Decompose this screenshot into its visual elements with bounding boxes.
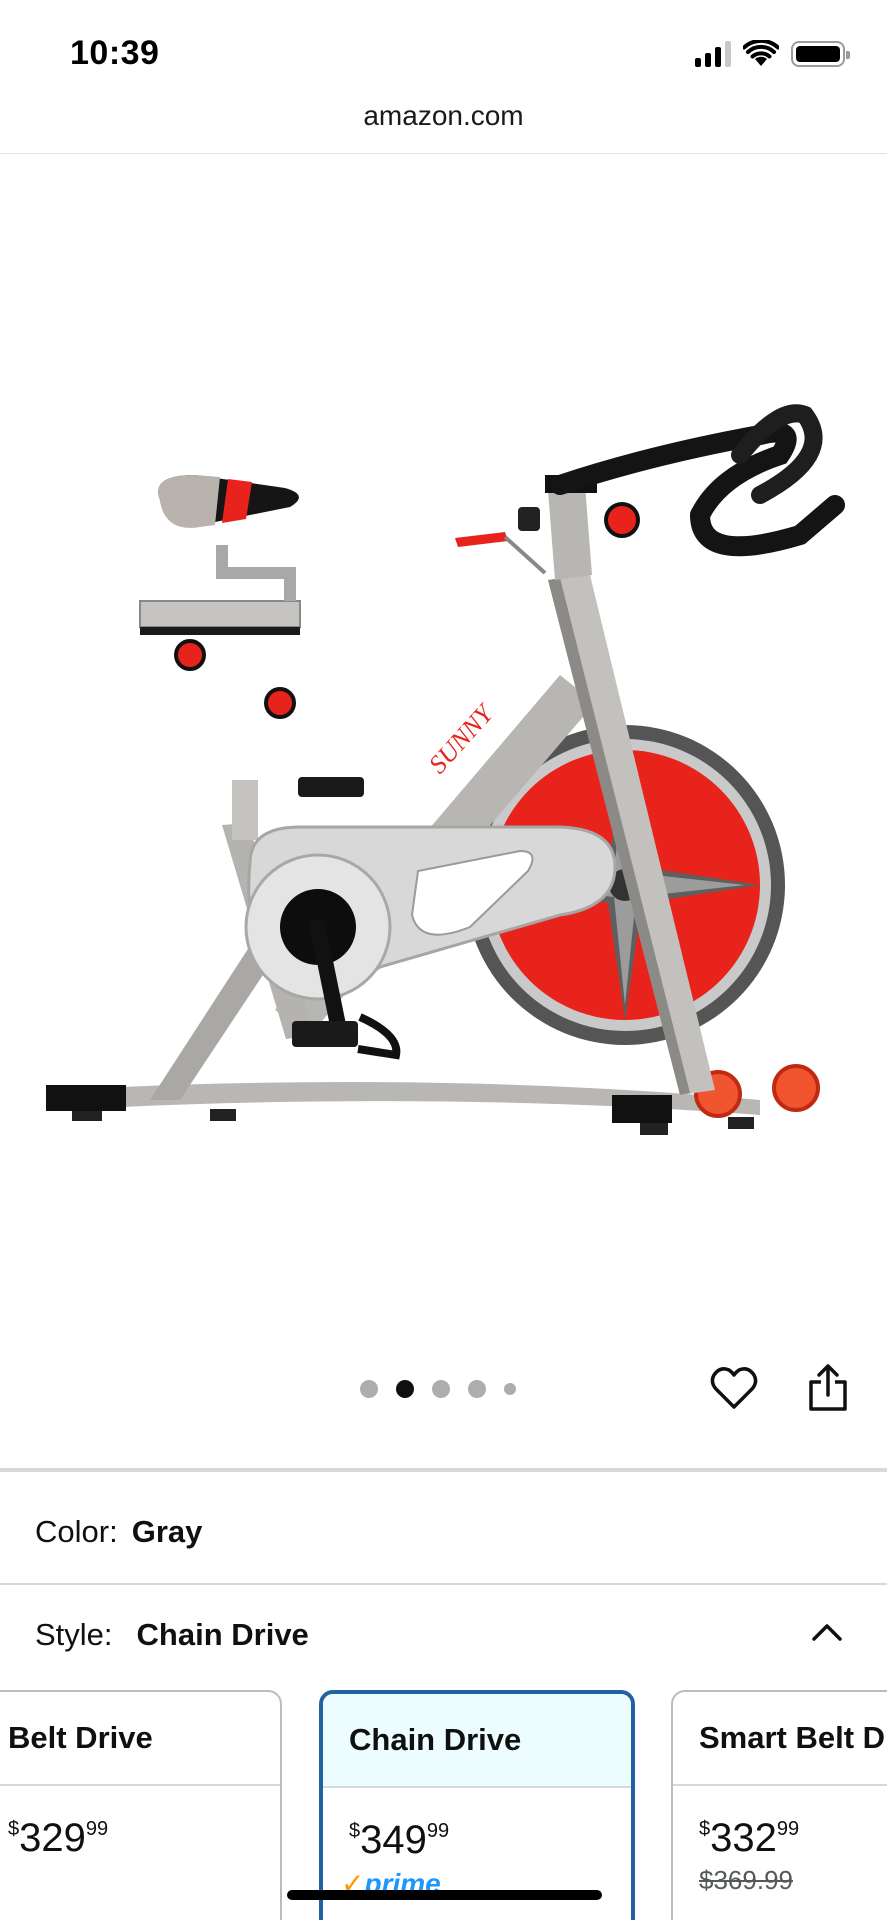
status-icons bbox=[695, 40, 850, 68]
style-card-price: $34999 bbox=[349, 1818, 450, 1862]
pedal bbox=[292, 1021, 358, 1047]
color-value: Gray bbox=[131, 1513, 203, 1549]
style-option-row[interactable]: Style: Chain Drive bbox=[0, 1582, 887, 1687]
style-card-title: Chain Drive bbox=[323, 1694, 631, 1788]
color-label: Color: bbox=[35, 1513, 118, 1549]
share-icon[interactable] bbox=[802, 1362, 854, 1414]
home-indicator[interactable] bbox=[287, 1890, 602, 1900]
front-foot bbox=[46, 1085, 126, 1111]
url-bar[interactable]: amazon.com bbox=[0, 100, 887, 154]
signal-icon bbox=[695, 41, 731, 67]
style-card-chain-drive[interactable]: Chain Drive $34999 ✓prime bbox=[319, 1690, 635, 1920]
heart-icon[interactable] bbox=[708, 1362, 760, 1414]
carousel-dot[interactable] bbox=[432, 1380, 450, 1398]
style-card-price: $32999 bbox=[8, 1816, 109, 1860]
battery-icon bbox=[791, 41, 850, 67]
style-card-smart-belt-drive[interactable]: Smart Belt Drive $33299 $369.99 bbox=[671, 1690, 887, 1920]
style-card-title: Belt Drive bbox=[0, 1692, 280, 1786]
carousel-dot[interactable] bbox=[504, 1383, 516, 1395]
url-text: amazon.com bbox=[363, 100, 524, 131]
carousel-dot[interactable] bbox=[468, 1380, 486, 1398]
status-bar: 10:39 bbox=[0, 0, 887, 108]
style-card-price: $33299 bbox=[699, 1816, 800, 1860]
style-label: Style: bbox=[35, 1616, 113, 1652]
section-divider bbox=[0, 1468, 887, 1472]
status-time: 10:39 bbox=[70, 34, 160, 72]
chevron-up-icon[interactable] bbox=[807, 1612, 847, 1652]
image-carousel-dots[interactable] bbox=[360, 1380, 516, 1398]
style-card-belt-drive[interactable]: Belt Drive $32999 bbox=[0, 1690, 282, 1920]
product-image[interactable]: SUNNY bbox=[0, 155, 887, 1350]
list-price: $369.99 bbox=[699, 1865, 793, 1895]
carousel-dot[interactable] bbox=[360, 1380, 378, 1398]
style-card-title: Smart Belt Drive bbox=[673, 1692, 887, 1786]
style-value: Chain Drive bbox=[136, 1616, 309, 1652]
color-option-row[interactable]: Color: Gray bbox=[0, 1480, 887, 1585]
wifi-icon bbox=[743, 40, 779, 66]
carousel-dot-active[interactable] bbox=[396, 1380, 414, 1398]
rear-foot bbox=[612, 1095, 672, 1123]
transport-wheel bbox=[772, 1064, 820, 1112]
